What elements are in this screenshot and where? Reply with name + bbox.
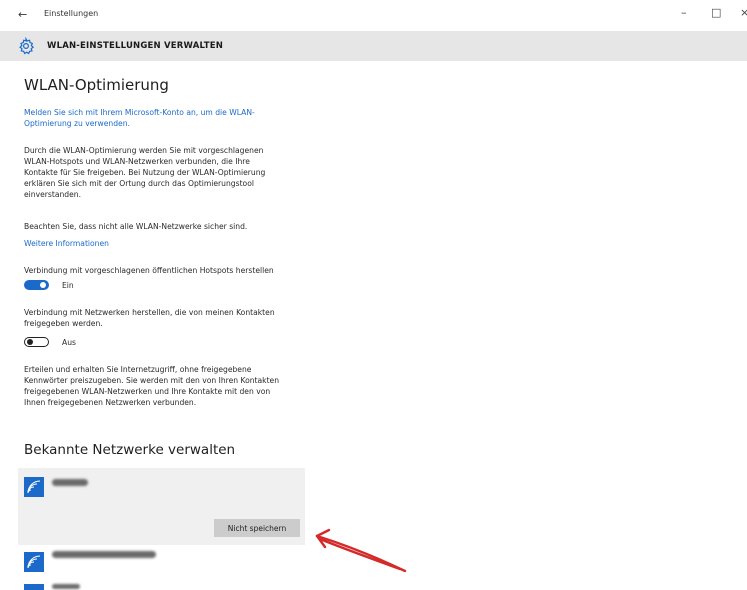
hotspots-toggle-label: Verbindung mit vorgeschlagenen öffentlic… <box>24 266 274 275</box>
forget-network-button[interactable]: Nicht speichern <box>214 519 300 537</box>
optimization-description: Durch die WLAN-Optimierung werden Sie mi… <box>24 145 309 200</box>
description-line-4: erklären Sie sich mit der Ortung durch d… <box>24 179 254 188</box>
hotspots-toggle-state: Ein <box>62 281 74 290</box>
maximize-button[interactable]: □ <box>711 6 721 19</box>
gear-icon <box>19 37 35 55</box>
description-line-2: WLAN-Hotspots und WLAN-Netzwerken verbun… <box>24 157 250 166</box>
toggle-knob <box>40 282 46 288</box>
window-title: Einstellungen <box>44 9 99 18</box>
red-annotation-arrow-icon <box>315 528 407 573</box>
contacts-label-line-1: Verbindung mit Netzwerken herstellen, di… <box>24 308 275 317</box>
sharing-line-3: freigegebenen WLAN-Netzwerken und Ihre K… <box>24 387 271 396</box>
known-networks-heading: Bekannte Netzwerke verwalten <box>24 442 236 458</box>
wifi-signal-icon <box>27 480 41 494</box>
close-button[interactable]: × <box>740 6 747 19</box>
description-line-3: Kontakte für Sie freigeben. Bei Nutzung … <box>24 168 266 177</box>
sharing-line-2: Kennwörter preiszugeben. Sie werden mit … <box>24 376 280 385</box>
sharing-line-4: Ihnen freigegebenen Netzwerken verbunden… <box>24 398 197 407</box>
title-bar: ← Einstellungen – □ × <box>0 0 747 31</box>
page-header: WLAN-EINSTELLUNGEN VERWALTEN <box>0 31 747 61</box>
contacts-label-line-2: freigegeben werden. <box>24 319 103 328</box>
wifi-signal-icon <box>27 555 41 569</box>
signin-link-line-1: Melden Sie sich mit Ihrem Microsoft-Kont… <box>24 108 255 117</box>
contacts-toggle-label: Verbindung mit Netzwerken herstellen, di… <box>24 307 309 329</box>
known-network-item-selected[interactable]: Nicht speichern <box>18 468 305 545</box>
sharing-description: Erteilen und erhalten Sie Internetzugrif… <box>24 364 309 408</box>
known-network-item[interactable] <box>18 577 305 590</box>
contacts-toggle[interactable] <box>24 337 49 347</box>
wlan-optimization-heading: WLAN-Optimierung <box>24 76 169 94</box>
description-line-1: Durch die WLAN-Optimierung werden Sie mi… <box>24 146 264 155</box>
description-line-5: einverstanden. <box>24 190 82 199</box>
more-info-link[interactable]: Weitere Informationen <box>24 238 309 249</box>
security-warning: Beachten Sie, dass nicht alle WLAN-Netzw… <box>24 222 248 231</box>
sharing-line-1: Erteilen und erhalten Sie Internetzugrif… <box>24 365 252 374</box>
page-title: WLAN-EINSTELLUNGEN VERWALTEN <box>47 41 224 51</box>
minimize-button[interactable]: – <box>681 6 687 19</box>
wifi-icon <box>24 552 44 572</box>
toggle-knob <box>27 339 33 345</box>
network-name-redacted <box>52 479 88 486</box>
contacts-toggle-state: Aus <box>62 338 76 347</box>
signin-link[interactable]: Melden Sie sich mit Ihrem Microsoft-Kont… <box>24 107 309 129</box>
hotspots-toggle[interactable] <box>24 280 49 290</box>
wifi-icon <box>24 584 44 590</box>
back-arrow-icon[interactable]: ← <box>18 8 27 21</box>
network-name-redacted <box>52 551 156 558</box>
signin-link-line-2: Optimierung zu verwenden. <box>24 119 130 128</box>
network-name-redacted <box>52 584 80 589</box>
known-network-item[interactable] <box>18 545 305 577</box>
wifi-icon <box>24 477 44 497</box>
